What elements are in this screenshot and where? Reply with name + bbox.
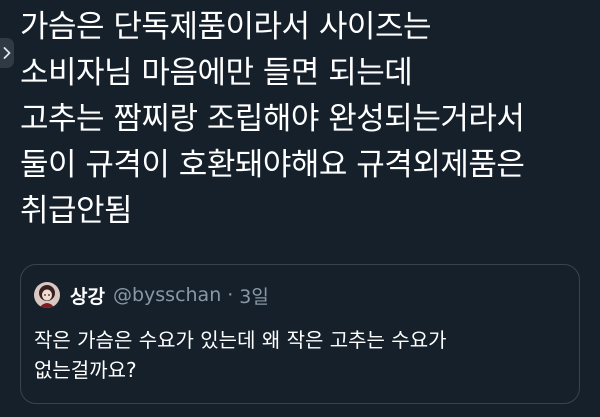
tweet-text-line: 둘이 규격이 호환돼야해요 규격외제품은 <box>20 147 525 183</box>
quoted-text-line: 작은 가슴은 수요가 있는데 왜 작은 고추는 수요가 <box>34 328 447 352</box>
chevron-right-icon <box>3 47 11 59</box>
tweet-text: 가슴은 단독제품이라서 사이즈는 소비자님 마음에만 들면 되는데 고추는 짬찌… <box>20 4 595 234</box>
tweet-text-line: 취급안됨 <box>20 193 133 229</box>
quoted-timestamp[interactable]: 3일 <box>239 282 269 309</box>
quoted-tweet-text: 작은 가슴은 수요가 있는데 왜 작은 고추는 수요가 없는걸까요? <box>34 325 564 385</box>
collapse-tab-button[interactable] <box>0 38 14 68</box>
quoted-tweet-header: 상강 @bysschan · 3일 <box>34 279 269 311</box>
quoted-tweet-card[interactable]: 상강 @bysschan · 3일 작은 가슴은 수요가 있는데 왜 작은 고추… <box>20 264 580 404</box>
avatar[interactable] <box>34 282 60 308</box>
tweet-text-line: 고추는 짬찌랑 조립해야 완성되는거라서 <box>20 101 525 137</box>
separator-dot: · <box>227 284 234 306</box>
quoted-display-name[interactable]: 상강 <box>70 282 105 309</box>
tweet-text-line: 소비자님 마음에만 들면 되는데 <box>20 55 413 91</box>
quoted-handle[interactable]: @bysschan <box>113 284 221 306</box>
tweet-text-line: 가슴은 단독제품이라서 사이즈는 <box>20 9 432 45</box>
quoted-text-line: 없는걸까요? <box>34 358 137 382</box>
